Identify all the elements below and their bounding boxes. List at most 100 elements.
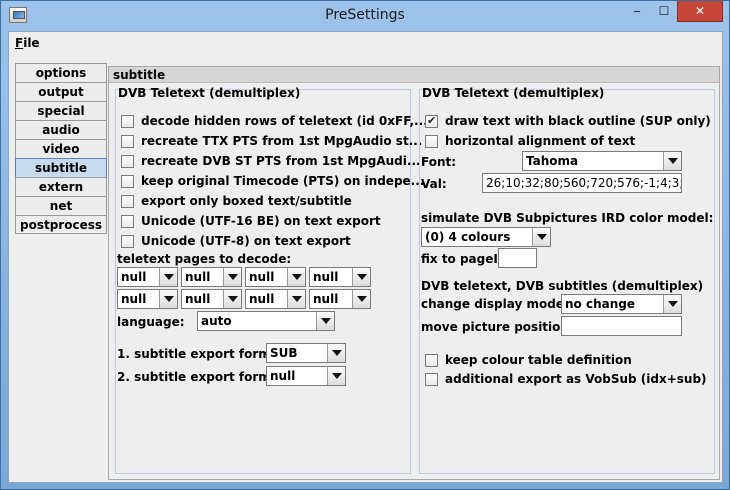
val-label: Val: [421, 177, 447, 191]
right-group-title: DVB Teletext (demultiplex) [422, 86, 605, 100]
combo-value: null [121, 270, 147, 284]
val-field[interactable]: 26;10;32;80;560;720;576;-1;4;3;1 [482, 173, 682, 193]
teletext-pages-label: teletext pages to decode: [117, 252, 292, 266]
left-group-title: DVB Teletext (demultiplex) [118, 86, 301, 100]
chevron-down-icon[interactable] [223, 268, 241, 286]
app-window: PreSettings ‒ ☐ ✕ File options output sp… [0, 0, 730, 490]
chevron-down-icon[interactable] [287, 268, 305, 286]
teletext-page-combo-1[interactable]: null [117, 267, 178, 287]
teletext-page-combo-3[interactable]: null [245, 267, 306, 287]
subtitle-panel: subtitle DVB Teletext (demultiplex) deco… [108, 66, 720, 480]
window-title: PreSettings [325, 7, 405, 23]
combo-value: Tahoma [526, 154, 579, 168]
combo-value: null [249, 292, 275, 306]
export-format-1-combo[interactable]: SUB [266, 343, 346, 363]
combo-value: null [270, 369, 296, 383]
chevron-down-icon[interactable] [352, 290, 370, 308]
checkbox-label: additional export as VobSub (idx+sub) [445, 372, 707, 386]
combo-value: null [121, 292, 147, 306]
maximize-button[interactable]: ☐ [651, 1, 677, 22]
combo-value: null [185, 292, 211, 306]
tab-special[interactable]: special [15, 101, 107, 120]
checkbox-label: keep original Timecode (PTS) on indepe..… [141, 174, 425, 188]
checkbox-label: export only boxed text/subtitle [141, 194, 352, 208]
tab-output[interactable]: output [15, 82, 107, 101]
chevron-down-icon[interactable] [663, 295, 681, 313]
chevron-down-icon[interactable] [159, 268, 177, 286]
combo-value: null [249, 270, 275, 284]
teletext-page-combo-6[interactable]: null [181, 289, 242, 309]
font-label: Font: [421, 155, 457, 169]
fix-page-id-field[interactable] [498, 248, 537, 268]
dvb-subtitles-label: DVB teletext, DVB subtitles (demultiplex… [421, 279, 704, 293]
language-label: language: [117, 315, 185, 329]
checkbox-label: horizontal alignment of text [445, 134, 636, 148]
checkbox-box[interactable] [121, 235, 134, 248]
combo-value: SUB [270, 346, 298, 360]
move-position-field[interactable] [561, 316, 682, 336]
menu-file-mnemonic: F [15, 36, 24, 50]
chevron-down-icon[interactable] [287, 290, 305, 308]
colour-model-combo[interactable]: (0) 4 colours [421, 227, 551, 247]
tab-video[interactable]: video [15, 139, 107, 158]
close-button[interactable]: ✕ [677, 1, 723, 22]
teletext-page-combo-4[interactable]: null [309, 267, 371, 287]
checkbox-label: Unicode (UTF-16 BE) on text export [141, 214, 381, 228]
chevron-down-icon[interactable] [223, 290, 241, 308]
checkbox-box[interactable] [425, 354, 438, 367]
display-mode-combo[interactable]: no change [561, 294, 682, 314]
font-combo[interactable]: Tahoma [522, 151, 682, 171]
chevron-down-icon[interactable] [352, 268, 370, 286]
panel-header: subtitle [109, 67, 719, 83]
chevron-down-icon[interactable] [327, 344, 345, 362]
combo-value: null [185, 270, 211, 284]
checkbox-box[interactable] [121, 115, 134, 128]
tab-audio[interactable]: audio [15, 120, 107, 139]
checkbox-label: recreate TTX PTS from 1st MpgAudio st... [141, 134, 423, 148]
tab-extern[interactable]: extern [15, 177, 107, 196]
tab-subtitle[interactable]: subtitle [15, 158, 107, 177]
display-mode-label: change display mode: [421, 297, 569, 311]
checkbox-label: keep colour table definition [445, 353, 632, 367]
combo-value: no change [565, 297, 635, 311]
checkbox-label: recreate DVB ST PTS from 1st MpgAudi... [141, 154, 421, 168]
checkbox-label: draw text with black outline (SUP only) [445, 114, 711, 128]
checkbox-box[interactable] [121, 175, 134, 188]
minimize-button[interactable]: ‒ [623, 1, 651, 22]
menu-file[interactable]: File [15, 36, 40, 50]
move-position-label: move picture position: [421, 320, 574, 334]
chevron-down-icon[interactable] [663, 152, 681, 170]
checkbox-box[interactable] [121, 135, 134, 148]
simulate-ird-label: simulate DVB Subpictures IRD color model… [421, 211, 714, 225]
combo-value: auto [201, 314, 232, 328]
teletext-page-combo-2[interactable]: null [181, 267, 242, 287]
tab-strip: options output special audio video subti… [15, 63, 113, 234]
checkbox-box[interactable] [121, 215, 134, 228]
combo-value: null [313, 292, 339, 306]
checkbox-label: decode hidden rows of teletext (id 0xFF,… [141, 114, 428, 128]
teletext-page-combo-7[interactable]: null [245, 289, 306, 309]
title-bar[interactable]: PreSettings ‒ ☐ ✕ [1, 1, 729, 31]
checkbox-box[interactable] [121, 195, 134, 208]
tab-postprocess[interactable]: postprocess [15, 215, 107, 234]
chevron-down-icon[interactable] [316, 312, 334, 330]
checkbox-label: Unicode (UTF-8) on text export [141, 234, 351, 248]
tab-options[interactable]: options [15, 63, 107, 82]
chevron-down-icon[interactable] [532, 228, 550, 246]
teletext-page-combo-8[interactable]: null [309, 289, 371, 309]
language-combo[interactable]: auto [197, 311, 335, 331]
chevron-down-icon[interactable] [327, 367, 345, 385]
teletext-page-combo-5[interactable]: null [117, 289, 178, 309]
checkbox-box[interactable] [425, 373, 438, 386]
checkbox-box[interactable] [425, 135, 438, 148]
combo-value: (0) 4 colours [425, 230, 511, 244]
client-area: File options output special audio video … [8, 31, 723, 483]
checkbox-box[interactable] [121, 155, 134, 168]
tab-net[interactable]: net [15, 196, 107, 215]
menu-bar: File [9, 32, 722, 54]
combo-value: null [313, 270, 339, 284]
chevron-down-icon[interactable] [159, 290, 177, 308]
export-format-2-combo[interactable]: null [266, 366, 346, 386]
checkbox-box-checked[interactable] [425, 114, 438, 128]
menu-file-label: ile [23, 36, 40, 50]
